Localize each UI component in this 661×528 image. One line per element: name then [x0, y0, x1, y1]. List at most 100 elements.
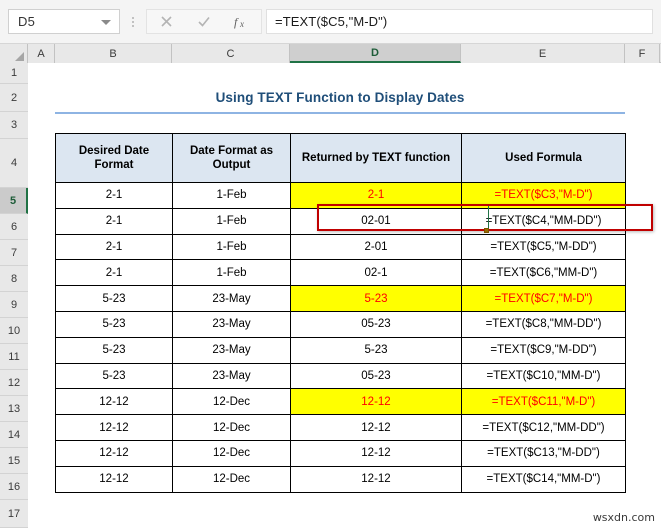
- active-cell-separator: [488, 206, 489, 229]
- cell-date-format-output[interactable]: 1-Feb: [172, 233, 291, 261]
- cell-date-format-output[interactable]: 12-Dec: [172, 465, 291, 493]
- cell-returned-by-text[interactable]: 05-23: [290, 362, 462, 390]
- cell-used-formula[interactable]: =TEXT($C8,"MM-DD"): [461, 310, 626, 338]
- table-row: 5-23 23-May 5-23 =TEXT($C9,"M-DD"): [55, 336, 626, 364]
- svg-text:f: f: [234, 15, 239, 29]
- row-header-4[interactable]: 4: [0, 139, 28, 188]
- fx-icon[interactable]: f x: [223, 10, 261, 33]
- cell-date-format-output[interactable]: 23-May: [172, 336, 291, 364]
- cell-returned-by-text[interactable]: 12-12: [290, 414, 462, 441]
- cell-desired-date-format[interactable]: 5-23: [55, 310, 173, 338]
- row-header-8[interactable]: 8: [0, 266, 28, 292]
- cell-date-format-output[interactable]: 1-Feb: [172, 259, 291, 287]
- spreadsheet-grid: A B C D E F 1 2 3 4 5 6 7 8 9 10 11 12 1…: [0, 44, 661, 528]
- column-header-d[interactable]: D: [290, 44, 461, 63]
- cell-used-formula[interactable]: =TEXT($C9,"M-DD"): [461, 336, 626, 364]
- cell-returned-by-text[interactable]: 02-01: [290, 207, 462, 235]
- row-header-5[interactable]: 5: [0, 188, 28, 214]
- cell-desired-date-format[interactable]: 12-12: [55, 388, 173, 416]
- table-row: 12-12 12-Dec 12-12 =TEXT($C13,"M-DD"): [55, 439, 626, 467]
- cell-date-format-output[interactable]: 12-Dec: [172, 439, 291, 467]
- name-box-value: D5: [18, 14, 36, 29]
- cell-date-format-output[interactable]: 23-May: [172, 285, 291, 312]
- cell-desired-date-format[interactable]: 12-12: [55, 439, 173, 467]
- cell-desired-date-format[interactable]: 2-1: [55, 233, 173, 261]
- cell-returned-by-text[interactable]: 5-23: [290, 285, 462, 312]
- cell-used-formula[interactable]: =TEXT($C5,"M-DD"): [461, 233, 626, 261]
- cell-returned-by-text[interactable]: 5-23: [290, 336, 462, 364]
- cell-date-format-output[interactable]: 1-Feb: [172, 182, 291, 209]
- cell-desired-date-format[interactable]: 12-12: [55, 465, 173, 493]
- cell-returned-by-text[interactable]: 02-1: [290, 259, 462, 287]
- table-row: 2-1 1-Feb 2-01 =TEXT($C5,"M-DD"): [55, 233, 626, 261]
- cell-used-formula[interactable]: =TEXT($C12,"MM-DD"): [461, 414, 626, 441]
- column-header-date-format-output: Date Format as Output: [172, 133, 291, 183]
- cell-used-formula[interactable]: =TEXT($C11,"M-D"): [461, 388, 626, 416]
- cell-date-format-output[interactable]: 1-Feb: [172, 207, 291, 235]
- cell-returned-by-text[interactable]: 2-1: [290, 182, 462, 209]
- excel-window: D5 f x =TEXT($C5,"M-D") A B C D E F 1 2 …: [0, 0, 661, 528]
- table-row: 2-1 1-Feb 2-1 =TEXT($C3,"M-D"): [55, 182, 626, 209]
- fill-handle[interactable]: [484, 228, 489, 233]
- row-header-7[interactable]: 7: [0, 240, 28, 266]
- column-header-b[interactable]: B: [55, 44, 172, 63]
- row-header-16[interactable]: 16: [0, 474, 28, 500]
- cell-used-formula[interactable]: =TEXT($C7,"M-D"): [461, 285, 626, 312]
- column-header-e[interactable]: E: [461, 44, 625, 63]
- cell-date-format-output[interactable]: 23-May: [172, 310, 291, 338]
- chevron-down-icon[interactable]: [101, 19, 111, 25]
- row-header-17[interactable]: 17: [0, 500, 28, 528]
- cell-returned-by-text[interactable]: 2-01: [290, 233, 462, 261]
- column-headers: A B C D E F: [0, 44, 661, 63]
- row-header-10[interactable]: 10: [0, 318, 28, 344]
- sheet-canvas[interactable]: Using TEXT Function to Display Dates Des…: [28, 63, 661, 528]
- row-header-11[interactable]: 11: [0, 344, 28, 370]
- cell-returned-by-text[interactable]: 05-23: [290, 310, 462, 338]
- row-header-12[interactable]: 12: [0, 370, 28, 396]
- column-header-f[interactable]: F: [625, 44, 660, 63]
- row-header-13[interactable]: 13: [0, 396, 28, 422]
- cell-date-format-output[interactable]: 12-Dec: [172, 414, 291, 441]
- cell-used-formula[interactable]: =TEXT($C6,"MM-D"): [461, 259, 626, 287]
- check-icon[interactable]: [185, 10, 223, 33]
- table-row: 5-23 23-May 05-23 =TEXT($C8,"MM-DD"): [55, 310, 626, 338]
- row-header-9[interactable]: 9: [0, 292, 28, 318]
- cell-date-format-output[interactable]: 12-Dec: [172, 388, 291, 416]
- row-header-2[interactable]: 2: [0, 84, 28, 112]
- formula-input[interactable]: =TEXT($C5,"M-D"): [266, 9, 653, 34]
- cell-returned-by-text[interactable]: 12-12: [290, 388, 462, 416]
- table-header-row: Desired Date Format Date Format as Outpu…: [55, 133, 626, 183]
- select-all-corner[interactable]: [0, 44, 28, 63]
- row-header-3[interactable]: 3: [0, 112, 28, 139]
- cell-used-formula[interactable]: =TEXT($C3,"M-D"): [461, 182, 626, 209]
- cell-desired-date-format[interactable]: 5-23: [55, 285, 173, 312]
- table-row: 2-1 1-Feb 02-01 =TEXT($C4,"MM-DD"): [55, 207, 626, 235]
- cell-used-formula[interactable]: =TEXT($C14,"MM-D"): [461, 465, 626, 493]
- cell-used-formula[interactable]: =TEXT($C10,"MM-D"): [461, 362, 626, 390]
- name-box-divider: [126, 9, 140, 34]
- row-headers: 1 2 3 4 5 6 7 8 9 10 11 12 13 14 15 16 1…: [0, 63, 28, 528]
- cell-desired-date-format[interactable]: 2-1: [55, 207, 173, 235]
- column-header-returned-by-text: Returned by TEXT function: [290, 133, 462, 183]
- watermark: wsxdn.com: [592, 511, 655, 524]
- cell-desired-date-format[interactable]: 5-23: [55, 336, 173, 364]
- formula-bar: D5 f x =TEXT($C5,"M-D"): [0, 0, 661, 44]
- cell-date-format-output[interactable]: 23-May: [172, 362, 291, 390]
- row-header-1[interactable]: 1: [0, 63, 28, 84]
- name-box[interactable]: D5: [8, 9, 120, 34]
- cell-desired-date-format[interactable]: 5-23: [55, 362, 173, 390]
- cell-desired-date-format[interactable]: 12-12: [55, 414, 173, 441]
- column-header-a[interactable]: A: [28, 44, 55, 63]
- row-header-15[interactable]: 15: [0, 448, 28, 474]
- page-title: Using TEXT Function to Display Dates: [215, 90, 465, 105]
- cell-desired-date-format[interactable]: 2-1: [55, 259, 173, 287]
- row-header-14[interactable]: 14: [0, 422, 28, 448]
- cell-returned-by-text[interactable]: 12-12: [290, 465, 462, 493]
- cell-returned-by-text[interactable]: 12-12: [290, 439, 462, 467]
- cell-used-formula[interactable]: =TEXT($C13,"M-DD"): [461, 439, 626, 467]
- column-header-c[interactable]: C: [172, 44, 290, 63]
- row-header-6[interactable]: 6: [0, 214, 28, 240]
- close-icon[interactable]: [147, 10, 185, 33]
- cell-desired-date-format[interactable]: 2-1: [55, 182, 173, 209]
- table-row: 5-23 23-May 05-23 =TEXT($C10,"MM-D"): [55, 362, 626, 390]
